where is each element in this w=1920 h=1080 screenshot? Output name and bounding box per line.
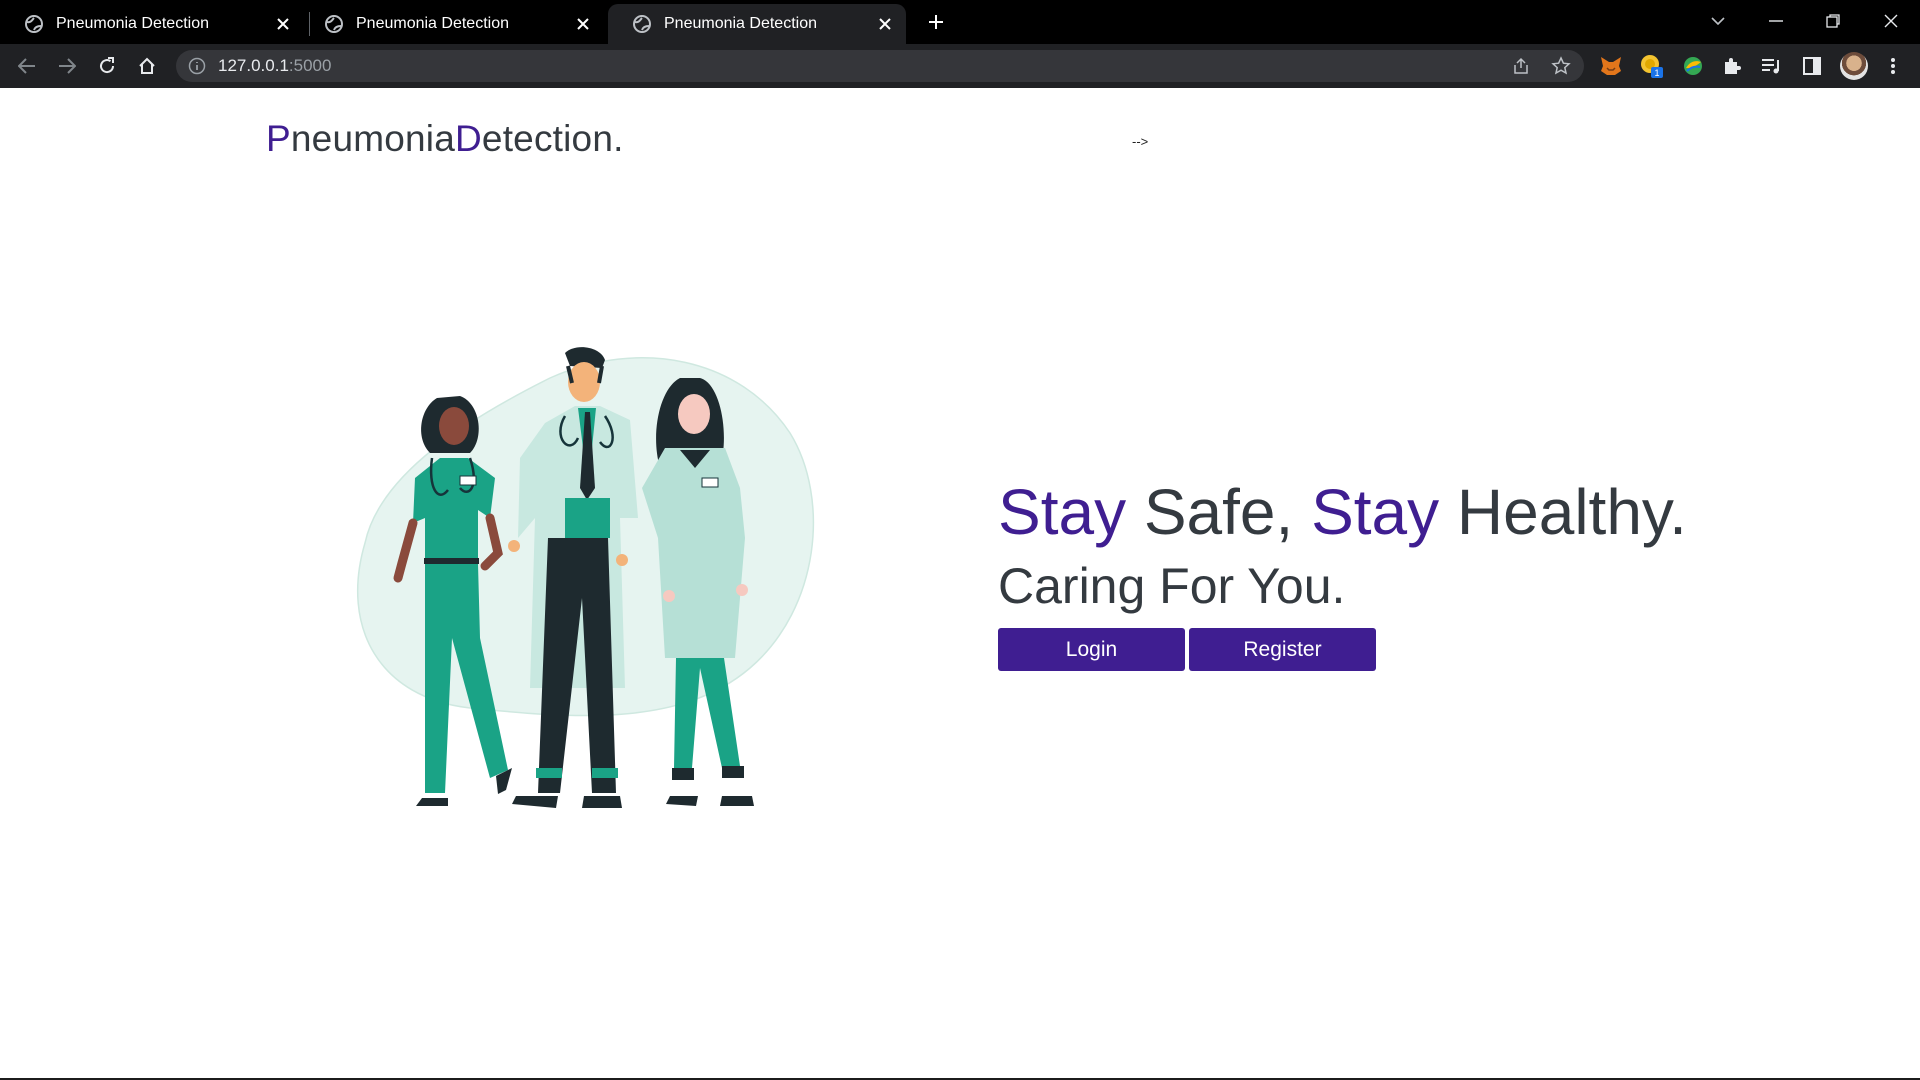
site-logo[interactable]: PneumoniaDetection. [266, 118, 624, 160]
share-icon[interactable] [1512, 57, 1530, 75]
reload-icon[interactable] [92, 51, 122, 81]
browser-tab-active[interactable]: Pneumonia Detection [608, 4, 906, 44]
chevron-down-icon[interactable] [1700, 6, 1736, 36]
tab-title: Pneumonia Detection [56, 15, 209, 32]
url-port: :5000 [288, 56, 332, 75]
url-text: 127.0.0.1:5000 [218, 56, 331, 76]
logo-text-neumonia: neumonia [290, 118, 455, 159]
star-icon[interactable] [1551, 56, 1571, 76]
hero-headline: Stay Safe, Stay Healthy. [998, 476, 1687, 548]
puzzle-icon[interactable] [1719, 53, 1745, 79]
register-button[interactable]: Register [1189, 628, 1376, 671]
globe-icon [325, 15, 343, 33]
hero-subline: Caring For You. [998, 558, 1346, 614]
info-icon[interactable] [188, 57, 206, 75]
minimize-icon[interactable] [1758, 6, 1794, 36]
close-icon[interactable] [872, 11, 898, 37]
home-icon[interactable] [132, 51, 162, 81]
extension-badge: 1 [1654, 68, 1659, 78]
globe-icon [25, 15, 43, 33]
globe-icon [633, 15, 651, 33]
hero-section: Stay Safe, Stay Healthy. Caring For You.… [998, 476, 1687, 671]
page-body: PneumoniaDetection. --> Stay Safe, Stay … [0, 88, 1920, 1080]
doctors-illustration [357, 347, 815, 808]
avatar[interactable] [1840, 52, 1868, 80]
browser-tab[interactable]: Pneumonia Detection [0, 4, 304, 44]
browser-toolbar: 127.0.0.1:5000 1 [0, 44, 1920, 88]
close-icon[interactable] [570, 11, 596, 37]
headline-safe: Safe, [1126, 476, 1312, 548]
stray-comment-text: --> [1132, 134, 1149, 149]
headline-healthy: Healthy. [1439, 476, 1687, 548]
logo-text-etection: etection. [481, 118, 624, 159]
media-icon[interactable] [1759, 53, 1785, 79]
login-button[interactable]: Login [998, 628, 1185, 671]
window-close-icon[interactable] [1873, 6, 1909, 36]
logo-letter-d: D [455, 118, 482, 159]
back-icon[interactable] [12, 51, 42, 81]
auth-buttons: Login Register [998, 628, 1687, 671]
headline-stay-1: Stay [998, 476, 1127, 548]
browser-tab[interactable]: Pneumonia Detection [300, 4, 604, 44]
restore-icon[interactable] [1815, 6, 1851, 36]
tab-title: Pneumonia Detection [664, 15, 817, 32]
sidepanel-icon[interactable] [1799, 53, 1825, 79]
tab-strip: Pneumonia Detection Pneumonia Detection … [0, 0, 1920, 44]
address-bar[interactable]: 127.0.0.1:5000 [176, 50, 1584, 82]
url-host: 127.0.0.1 [218, 56, 289, 75]
headline-stay-2: Stay [1311, 476, 1440, 548]
logo-letter-p: P [266, 118, 291, 159]
coin-extension-icon[interactable]: 1 [1639, 53, 1665, 79]
plus-icon[interactable] [922, 8, 950, 36]
leaf-extension-icon[interactable] [1680, 53, 1706, 79]
menu-icon[interactable] [1880, 53, 1906, 79]
tab-title: Pneumonia Detection [356, 15, 509, 32]
fox-extension-icon[interactable] [1598, 53, 1624, 79]
close-icon[interactable] [270, 11, 296, 37]
forward-icon[interactable] [52, 51, 82, 81]
